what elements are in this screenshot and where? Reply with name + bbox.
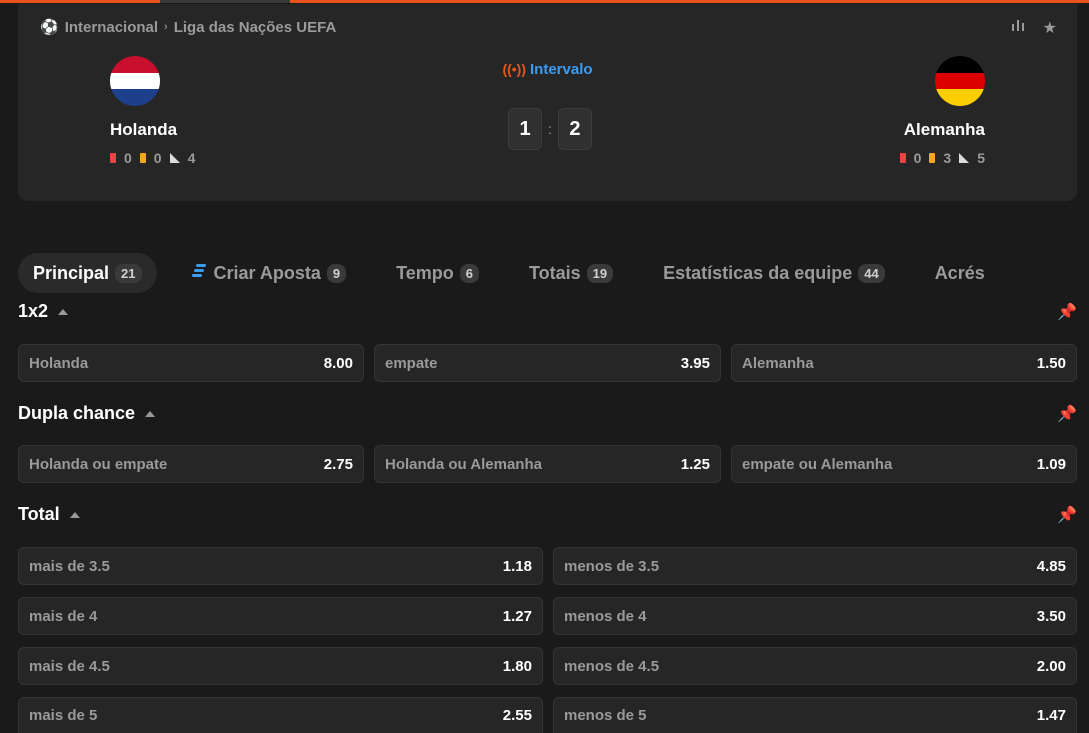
tab-tempo[interactable]: Tempo 6 [381,253,494,293]
pin-icon[interactable]: 📌 [1057,302,1077,322]
pin-icon[interactable]: 📌 [1057,505,1077,525]
home-team-stats: 0 0 4 [110,150,195,166]
stats-icon[interactable] [1011,18,1025,38]
section-1x2-header[interactable]: 1x2 📌 [18,301,1077,322]
tab-criar-aposta[interactable]: Criar Aposta 9 [177,253,362,293]
away-score: 2 [557,108,592,150]
match-status-text: Intervalo [530,61,593,78]
scoreboard: 1 : 2 [508,108,592,150]
bet-builder-icon [191,263,208,283]
red-card-icon [899,153,906,163]
caret-up-icon [69,511,80,518]
tab-count: 44 [858,263,885,283]
yellow-card-icon [139,153,146,163]
tab-count: 6 [459,263,479,283]
caret-up-icon [145,410,156,417]
odd-button[interactable]: Holanda ou Alemanha 1.25 [374,445,721,483]
odd-button[interactable]: Holanda 8.00 [18,344,364,382]
home-score: 1 [508,108,542,150]
red-card-icon [110,153,116,163]
breadcrumb: ⚽ Internacional › Liga das Nações UEFA [40,18,337,37]
soccer-ball-icon: ⚽ [40,19,59,36]
odd-button[interactable]: Holanda ou empate 2.75 [18,445,364,483]
home-red-count: 0 [124,150,132,166]
yellow-card-icon [929,153,936,163]
section-title: Dupla chance [18,403,136,423]
section-double-chance-header[interactable]: Dupla chance 📌 [18,403,1077,424]
home-yellow-count: 0 [153,150,162,166]
tab-principal[interactable]: Principal 21 [18,253,157,293]
odd-button[interactable]: empate 3.95 [374,344,721,382]
section-total-header[interactable]: Total 📌 [18,504,1077,525]
tab-count: 9 [326,263,347,283]
pin-icon[interactable]: 📌 [1057,404,1077,424]
odd-button[interactable]: menos de 5 1.47 [553,697,1077,733]
corner-flag-icon [169,153,180,163]
odd-button[interactable]: mais de 5 2.55 [18,697,543,733]
section-title: Total [18,504,60,524]
away-red-count: 0 [913,150,922,166]
tab-totais[interactable]: Totais 19 [514,253,628,293]
tab-count: 21 [115,263,142,283]
match-card: ⚽ Internacional › Liga das Nações UEFA ★… [18,4,1077,201]
germany-flag-icon [935,56,985,106]
top-accent-bar [0,0,1089,3]
away-team[interactable]: Alemanha 0 3 5 [899,56,985,166]
tab-estatisticas[interactable]: Estatísticas da equipe 44 [648,253,900,293]
away-team-stats: 0 3 5 [899,150,985,166]
odd-button[interactable]: menos de 3.5 4.85 [553,547,1077,585]
odd-button[interactable]: menos de 4 3.50 [553,597,1077,635]
odd-button[interactable]: mais de 3.5 1.18 [18,547,543,585]
live-icon: ((•)) [502,61,527,77]
tab-acrescimos[interactable]: Acrés [920,253,1000,293]
breadcrumb-country[interactable]: Internacional [65,19,158,36]
score-separator: : [548,121,552,137]
tab-count: 19 [586,263,614,283]
breadcrumb-league[interactable]: Liga das Nações UEFA [174,19,337,36]
section-title: 1x2 [18,301,49,321]
odd-button[interactable]: menos de 4.5 2.00 [553,647,1077,685]
star-icon[interactable]: ★ [1043,18,1057,38]
away-team-name: Alemanha [903,120,985,139]
card-actions: ★ [1011,18,1057,38]
caret-up-icon [58,308,69,315]
odd-button[interactable]: Alemanha 1.50 [731,344,1077,382]
home-corners-count: 4 [187,150,196,166]
chevron-right-icon: › [164,21,168,33]
odd-button[interactable]: mais de 4.5 1.80 [18,647,543,685]
home-team-name: Holanda [110,120,178,139]
market-tabs: Principal 21 Criar Aposta 9 Tempo 6 Tota… [18,253,1089,293]
odd-button[interactable]: empate ou Alemanha 1.09 [731,445,1077,483]
odd-button[interactable]: mais de 4 1.27 [18,597,543,635]
corner-flag-icon [959,153,970,163]
away-corners-count: 5 [977,150,985,166]
away-yellow-count: 3 [943,150,952,166]
